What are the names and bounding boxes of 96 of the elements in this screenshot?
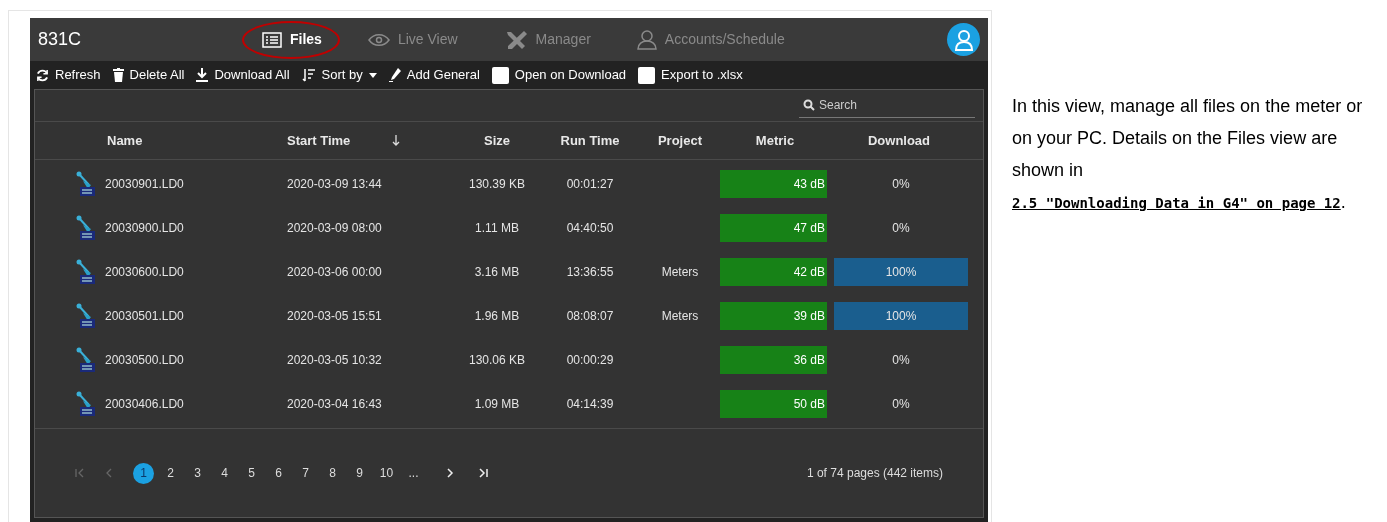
pen-icon	[388, 68, 401, 82]
table-cell: 08:08:07	[566, 309, 614, 323]
sort-arrow-icon[interactable]	[392, 135, 401, 146]
link[interactable]: 2.5 "Downloading Data in G4" on page 12	[1012, 195, 1341, 211]
toolbar-button[interactable]: Refresh	[36, 65, 101, 85]
slm-file-icon	[75, 259, 97, 285]
table-cell: 00:00:29	[566, 353, 614, 367]
nav-tab[interactable]: Files	[248, 24, 336, 55]
slm-file-icon	[75, 347, 97, 373]
download-status: 0%	[891, 396, 911, 413]
table-cell: Meters	[661, 309, 699, 323]
table-cell: 1.09 MB	[474, 397, 520, 411]
metric-bar: 43 dB	[720, 170, 827, 198]
page-button[interactable]: 3	[187, 462, 208, 484]
sort-dropdown[interactable]: Sort by	[301, 65, 377, 85]
search-input[interactable]: Search	[819, 96, 959, 114]
table-cell: 3.16 MB	[474, 265, 520, 279]
table-cell: 00:01:27	[566, 177, 614, 191]
toolbar-button[interactable]: Delete All	[112, 65, 185, 85]
metric-bar: 42 dB	[720, 258, 827, 286]
download-status: 0%	[891, 176, 911, 193]
metric-bar: 47 dB	[720, 214, 827, 242]
page-button[interactable]: 7	[295, 462, 316, 484]
slm-file-icon	[75, 171, 97, 197]
page-button[interactable]: 4	[214, 462, 235, 484]
column-header[interactable]: Name	[107, 130, 143, 151]
file-name: 20030900.LD0	[105, 220, 184, 237]
search-field[interactable]: Search	[799, 93, 975, 118]
checkbox-label[interactable]: Open on Download	[514, 65, 627, 85]
checkbox[interactable]	[638, 66, 656, 84]
eye-icon	[367, 33, 390, 46]
checkbox[interactable]	[491, 66, 509, 84]
table-cell: 2020-03-09 13:44	[287, 177, 382, 191]
checkbox-label[interactable]: Export to .xlsx	[661, 65, 743, 85]
download-status: 0%	[891, 352, 911, 369]
metric-bar: 39 dB	[720, 302, 827, 330]
download-status: 100%	[834, 258, 968, 286]
first-page-icon	[75, 468, 85, 478]
column-header[interactable]: Download	[867, 130, 931, 151]
column-header[interactable]: Run Time	[560, 130, 620, 151]
caret-icon	[368, 72, 377, 78]
file-name: 20030600.LD0	[105, 264, 184, 281]
app-title: 831C	[38, 28, 83, 51]
column-header[interactable]: Start Time	[287, 130, 351, 151]
table-cell: 2020-03-04 16:43	[287, 397, 382, 411]
page-button[interactable]: 5	[241, 462, 262, 484]
slm-file-icon	[75, 303, 97, 329]
table-cell: 130.39 KB	[468, 177, 525, 191]
table-cell: 130.06 KB	[468, 353, 525, 367]
table-cell: 04:14:39	[566, 397, 614, 411]
last-page-icon	[478, 468, 488, 478]
user-icon	[636, 29, 657, 50]
chevron-right-icon	[446, 468, 454, 478]
slm-file-icon	[75, 215, 97, 241]
table-cell: Meters	[661, 265, 699, 279]
column-header[interactable]: Size	[484, 130, 510, 151]
refresh-icon	[36, 68, 49, 82]
page-button[interactable]: 8	[322, 462, 343, 484]
download-icon	[196, 68, 209, 82]
page-button[interactable]: ...	[403, 462, 424, 484]
table-cell: 2020-03-05 15:51	[287, 309, 382, 323]
table-cell: 2020-03-05 10:32	[287, 353, 382, 367]
file-name: 20030500.LD0	[105, 352, 184, 369]
file-name: 20030501.LD0	[105, 308, 184, 325]
toolbar-button[interactable]: Add General	[388, 65, 480, 85]
page-button[interactable]: 10	[376, 462, 397, 484]
slm-file-icon	[75, 391, 97, 417]
page-button[interactable]: 2	[160, 462, 181, 484]
table-cell: 13:36:55	[566, 265, 614, 279]
table-cell: 1.96 MB	[474, 309, 520, 323]
toolbar-button[interactable]: Download All	[196, 65, 290, 85]
last-page-button[interactable]	[478, 468, 488, 478]
page-button[interactable]: 6	[268, 462, 289, 484]
search-icon	[803, 99, 815, 111]
avatar-button[interactable]	[947, 23, 980, 56]
metric-bar: 36 dB	[720, 346, 827, 374]
download-status: 100%	[834, 302, 968, 330]
file-name: 20030406.LD0	[105, 396, 184, 413]
table-cell: 04:40:50	[566, 221, 614, 235]
page-button[interactable]: 1	[133, 462, 154, 484]
column-header[interactable]: Project	[657, 130, 703, 151]
column-header[interactable]: Metric	[755, 130, 795, 151]
files-icon	[262, 31, 282, 48]
table-cell: 1.11 MB	[475, 221, 519, 235]
page-summary: 1 of 74 pages (442 items)	[806, 465, 943, 482]
metric-bar: 50 dB	[720, 390, 827, 418]
file-name: 20030901.LD0	[105, 176, 184, 193]
page-button[interactable]: 9	[349, 462, 370, 484]
table-cell: 2020-03-09 08:00	[287, 221, 382, 235]
trash-icon	[112, 68, 124, 82]
description-text: In this view, manage all files on the meter or on your PC. Details on the Files view are shown in 2.5 "Downloading Data in G4" on page 12.	[1012, 95, 1364, 214]
sort-icon	[301, 68, 316, 82]
table-cell: 2020-03-06 00:00	[287, 265, 382, 279]
user-icon	[953, 28, 974, 51]
download-status: 0%	[891, 220, 911, 237]
chevron-left-icon	[105, 468, 113, 478]
